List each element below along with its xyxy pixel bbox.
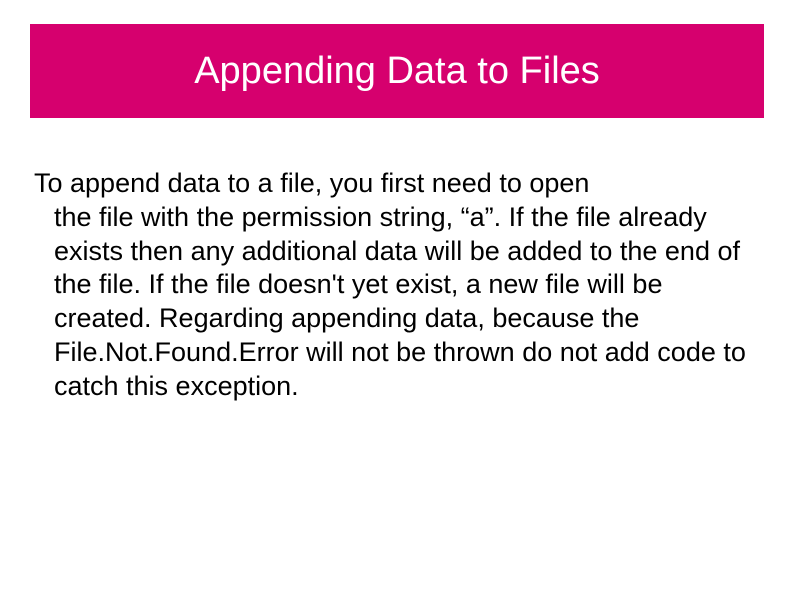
body-line-rest: the file with the permission string, “a”…	[34, 201, 760, 404]
title-bar: Appending Data to Files	[30, 24, 764, 118]
body-text: To append data to a file, you first need…	[34, 167, 760, 403]
slide-title: Appending Data to Files	[194, 50, 600, 93]
body-line-first: To append data to a file, you first need…	[34, 167, 760, 201]
slide: Appending Data to Files To append data t…	[0, 0, 794, 595]
body-area: To append data to a file, you first need…	[34, 167, 760, 403]
